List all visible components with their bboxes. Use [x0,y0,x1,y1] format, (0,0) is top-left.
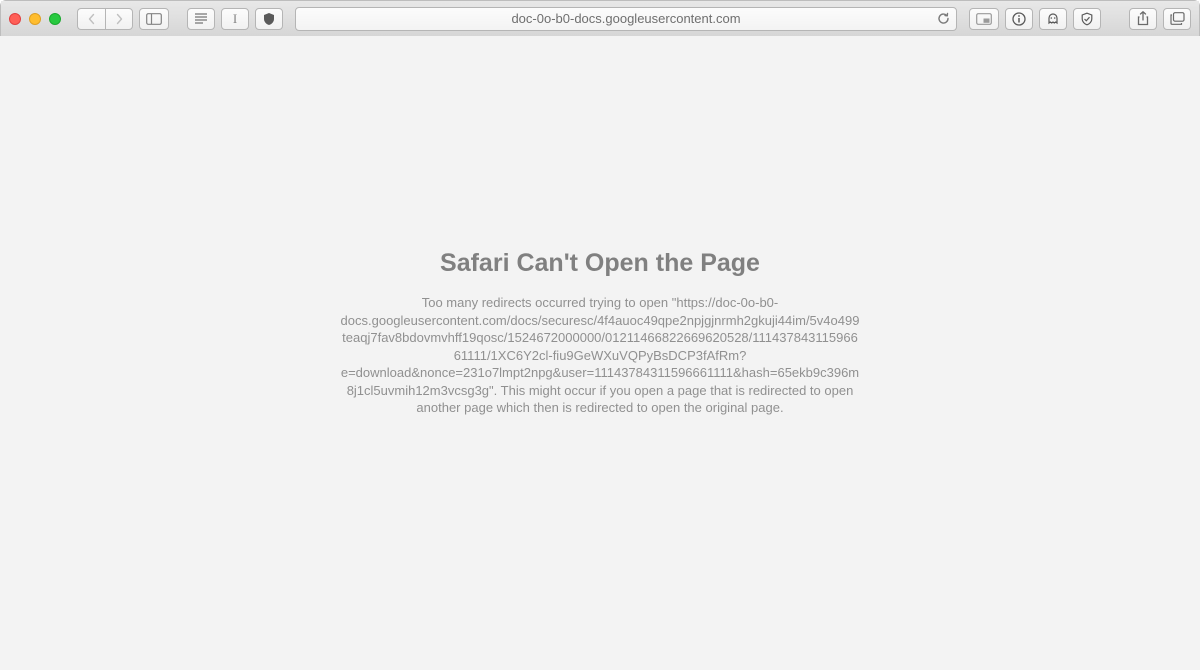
reader-button[interactable] [187,8,215,30]
forward-button[interactable] [105,8,133,30]
sidebar-icon [146,13,162,25]
info-button[interactable] [1005,8,1033,30]
chevron-right-icon [114,13,124,25]
tabs-icon [1170,12,1185,25]
close-window-button[interactable] [9,13,21,25]
ghost-icon [1046,12,1060,26]
nav-buttons [77,8,133,30]
info-icon [1012,12,1026,26]
url-text: doc-0o-b0-docs.googleusercontent.com [511,11,740,26]
browser-toolbar: I doc-0o-b0-docs.googleusercontent.com [1,1,1199,37]
error-message: Safari Can't Open the Page Too many redi… [340,249,860,417]
tabs-button[interactable] [1163,8,1191,30]
text-size-button[interactable]: I [221,8,249,30]
chevron-left-icon [87,13,97,25]
error-title: Safari Can't Open the Page [340,249,860,278]
minimize-window-button[interactable] [29,13,41,25]
shield-icon [262,12,276,26]
fullscreen-window-button[interactable] [49,13,61,25]
address-bar[interactable]: doc-0o-b0-docs.googleusercontent.com [295,7,957,31]
share-icon [1137,11,1149,26]
share-button[interactable] [1129,8,1157,30]
page-content: Safari Can't Open the Page Too many redi… [0,36,1200,670]
pip-icon [976,13,992,25]
pip-button[interactable] [969,8,999,30]
error-body: Too many redirects occurred trying to op… [340,294,860,417]
privacy-shield-button[interactable] [255,8,283,30]
privacy-button[interactable] [1073,8,1101,30]
text-cursor-icon: I [233,11,237,27]
ghostery-button[interactable] [1039,8,1067,30]
reload-icon [937,12,950,25]
reader-icon [194,13,208,24]
sidebar-toggle-button[interactable] [139,8,169,30]
window-controls [9,13,61,25]
reload-button[interactable] [937,12,950,25]
back-button[interactable] [77,8,105,30]
shield-outline-icon [1080,12,1094,26]
